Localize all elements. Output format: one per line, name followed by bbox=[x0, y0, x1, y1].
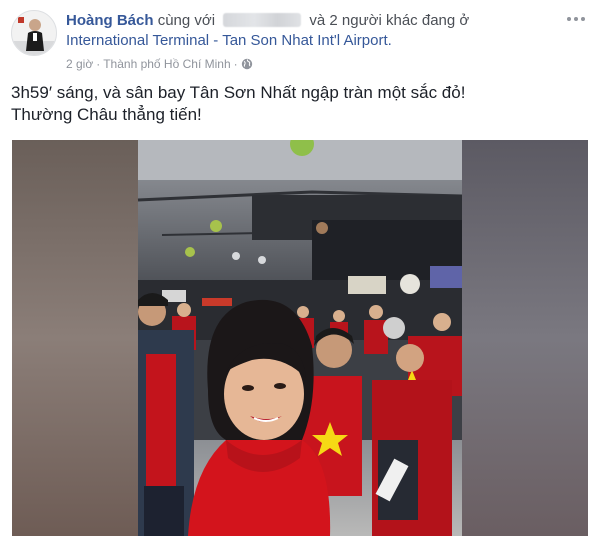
post-city[interactable]: Thành phố Hồ Chí Minh bbox=[103, 57, 230, 71]
meta-separator-2: · bbox=[233, 57, 238, 71]
post-header: Hoàng Bách cùng với và 2 người khác đang… bbox=[66, 11, 546, 51]
message-line-1: 3h59′ sáng, và sân bay Tân Sơn Nhất ngập… bbox=[11, 83, 466, 102]
facebook-post: Hoàng Bách cùng với và 2 người khác đang… bbox=[0, 0, 600, 540]
author-avatar[interactable] bbox=[11, 10, 57, 56]
with-text: cùng với bbox=[157, 12, 216, 29]
avatar-image bbox=[12, 11, 56, 55]
more-options-icon[interactable] bbox=[566, 12, 586, 26]
meta-separator: · bbox=[96, 57, 101, 71]
globe-icon[interactable] bbox=[241, 58, 253, 70]
post-message: 3h59′ sáng, và sân bay Tân Sơn Nhất ngập… bbox=[11, 82, 581, 126]
location-link[interactable]: International Terminal - Tan Son Nhat In… bbox=[66, 32, 392, 49]
scene-center bbox=[137, 140, 463, 536]
others-text[interactable]: và 2 người khác bbox=[309, 12, 417, 29]
message-line-2: Thường Châu thẳng tiến! bbox=[11, 105, 202, 124]
author-name[interactable]: Hoàng Bách bbox=[66, 12, 154, 29]
post-time[interactable]: 2 giờ bbox=[66, 57, 93, 71]
post-photo[interactable] bbox=[12, 140, 588, 536]
at-text: đang ở bbox=[421, 12, 470, 29]
redacted-tag bbox=[223, 13, 302, 27]
post-meta: 2 giờ · Thành phố Hồ Chí Minh · bbox=[66, 57, 253, 71]
airport-photo-illustration bbox=[12, 140, 588, 536]
